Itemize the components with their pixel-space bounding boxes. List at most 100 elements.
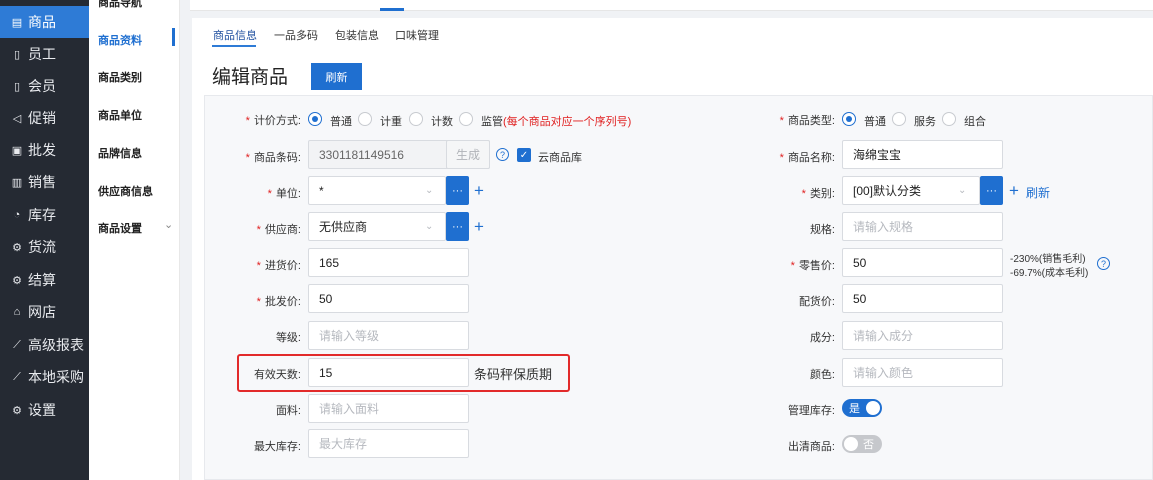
nav-shop[interactable]: ⌂ 网店 <box>0 296 89 328</box>
add-unit-icon[interactable]: + <box>474 182 484 199</box>
dist-price-label: 配货价: <box>798 296 835 308</box>
report-icon: ⟋ <box>13 338 21 351</box>
goods-icon: ▤ <box>11 16 23 29</box>
pricing-option-count: 计数 <box>431 116 453 128</box>
shelf-days-label: 有效天数: <box>253 369 301 381</box>
nav-goods-label: 商品 <box>28 14 56 30</box>
unit-more-button[interactable]: ··· <box>446 176 469 205</box>
wholesale-input[interactable]: 50 <box>308 284 469 313</box>
type-radio-service[interactable] <box>892 112 906 126</box>
submenu-item-category[interactable]: 商品类别 <box>98 69 142 85</box>
retail-input[interactable]: 50 <box>842 248 1003 277</box>
add-category-icon[interactable]: + <box>1009 182 1019 199</box>
category-refresh-link[interactable]: 刷新 <box>1026 184 1050 201</box>
color-input[interactable]: 请输入颜色 <box>842 358 1003 387</box>
barcode-label: * 商品条码: <box>245 152 301 164</box>
pricing-option-regulate: 监管(每个商品对应一个序列号) <box>481 116 632 128</box>
type-radio-combo[interactable] <box>942 112 956 126</box>
unit-label: * 单位: <box>267 188 301 200</box>
category-more-button[interactable]: ··· <box>980 176 1003 205</box>
pricing-radio-regulate[interactable] <box>459 112 473 126</box>
spec-input[interactable]: 请输入规格 <box>842 212 1003 241</box>
tab-flavor[interactable]: 口味管理 <box>395 27 439 43</box>
nav-stock[interactable]: ◔ 库存 <box>0 199 89 231</box>
tab-multi-code[interactable]: 一品多码 <box>274 27 318 43</box>
nav-purchase-label: 本地采购 <box>28 369 84 385</box>
nav-flow-label: 货流 <box>28 239 56 255</box>
tab-package[interactable]: 包装信息 <box>335 27 379 43</box>
name-input[interactable]: 海绵宝宝 <box>842 140 1003 169</box>
pricing-note: (每个商品对应一个序列号) <box>503 116 632 128</box>
top-strip <box>190 0 1153 11</box>
pricing-option-normal: 普通 <box>330 116 352 128</box>
help-icon[interactable]: ? <box>1097 257 1110 270</box>
shop-icon: ⌂ <box>13 306 21 318</box>
dist-price-input[interactable]: 50 <box>842 284 1003 313</box>
manage-stock-toggle[interactable]: 是 <box>842 399 882 417</box>
submenu-item-settings[interactable]: 商品设置 <box>98 220 142 236</box>
nav-settings[interactable]: ⚙ 设置 <box>0 394 89 426</box>
pricing-radio-normal[interactable] <box>308 112 322 126</box>
page-title: 编辑商品 <box>212 67 289 88</box>
submenu-item-unit[interactable]: 商品单位 <box>98 107 142 123</box>
pricing-radio-weight[interactable] <box>358 112 372 126</box>
grade-label: 等级: <box>275 332 301 344</box>
nav-sales-label: 销售 <box>28 174 56 190</box>
type-option-combo: 组合 <box>964 116 986 128</box>
cost-input[interactable]: 165 <box>308 248 469 277</box>
supplier-more-button[interactable]: ··· <box>446 212 469 241</box>
nav-goods[interactable]: ▤ 商品 <box>0 6 89 38</box>
pricing-label: * 计价方式: <box>245 115 301 127</box>
submenu-item-nav[interactable]: 商品导航 <box>98 0 142 10</box>
nav-staff-label: 员工 <box>28 46 56 62</box>
wholesale-icon: ▣ <box>11 144 23 157</box>
nav-report-label: 高级报表 <box>28 337 84 353</box>
nav-stock-label: 库存 <box>28 207 56 223</box>
help-icon[interactable]: ? <box>496 148 509 161</box>
clearance-toggle[interactable]: 否 <box>842 435 882 453</box>
fabric-input[interactable]: 请输入面料 <box>308 394 469 423</box>
chevron-down-icon: ⌄ <box>958 185 967 196</box>
sales-icon: ▥ <box>11 176 23 189</box>
settings-icon: ⚙ <box>12 404 22 417</box>
tab-goods-info[interactable]: 商品信息 <box>213 27 257 43</box>
nav-purchase[interactable]: ⟋ 本地采购 <box>0 361 89 393</box>
nav-flow[interactable]: ⚙ 货流 <box>0 231 89 263</box>
nav-wholesale[interactable]: ▣ 批发 <box>0 134 89 166</box>
max-stock-input[interactable]: 最大库存 <box>308 429 469 458</box>
nav-settings-label: 设置 <box>28 402 56 418</box>
refresh-button[interactable]: 刷新 <box>311 63 362 90</box>
cloud-checkbox[interactable]: ✓ <box>517 148 531 162</box>
stock-icon: ◔ <box>13 209 21 221</box>
nav-settle[interactable]: ⚙ 结算 <box>0 264 89 296</box>
add-supplier-icon[interactable]: + <box>474 218 484 235</box>
nav-promo[interactable]: ◁ 促销 <box>0 102 89 134</box>
nav-member[interactable]: ▯ 会员 <box>0 70 89 102</box>
submenu-active-indicator <box>172 28 175 46</box>
nav-staff[interactable]: ▯ 员工 <box>0 38 89 70</box>
clearance-state: 否 <box>863 439 874 451</box>
flow-icon: ⚙ <box>12 241 22 254</box>
submenu-item-goods-info[interactable]: 商品资料 <box>98 32 142 48</box>
composition-input[interactable]: 请输入成分 <box>842 321 1003 350</box>
nav-promo-label: 促销 <box>28 110 56 126</box>
pricing-option-weight: 计重 <box>380 116 402 128</box>
type-option-normal: 普通 <box>864 116 886 128</box>
pricing-radio-count[interactable] <box>409 112 423 126</box>
grade-input[interactable]: 请输入等级 <box>308 321 469 350</box>
submenu-item-brand[interactable]: 品牌信息 <box>98 145 142 161</box>
submenu-item-supplier[interactable]: 供应商信息 <box>98 183 153 199</box>
type-radio-normal[interactable] <box>842 112 856 126</box>
shelf-days-suffix: 条码秤保质期 <box>474 367 553 382</box>
manage-stock-label: 管理库存: <box>787 405 835 417</box>
nav-settle-label: 结算 <box>28 272 56 288</box>
chevron-down-icon[interactable]: ⌄ <box>164 218 173 231</box>
generate-button[interactable]: 生成 <box>446 140 490 169</box>
purchase-icon: ⟋ <box>13 370 21 383</box>
nav-report[interactable]: ⟋ 高级报表 <box>0 329 89 361</box>
shelf-days-input[interactable]: 15 <box>308 358 469 387</box>
nav-member-label: 会员 <box>28 78 56 94</box>
nav-sales[interactable]: ▥ 销售 <box>0 166 89 198</box>
product-type-label: * 商品类型: <box>779 115 835 127</box>
sales-margin-text: -230%(销售毛利) <box>1010 254 1086 265</box>
